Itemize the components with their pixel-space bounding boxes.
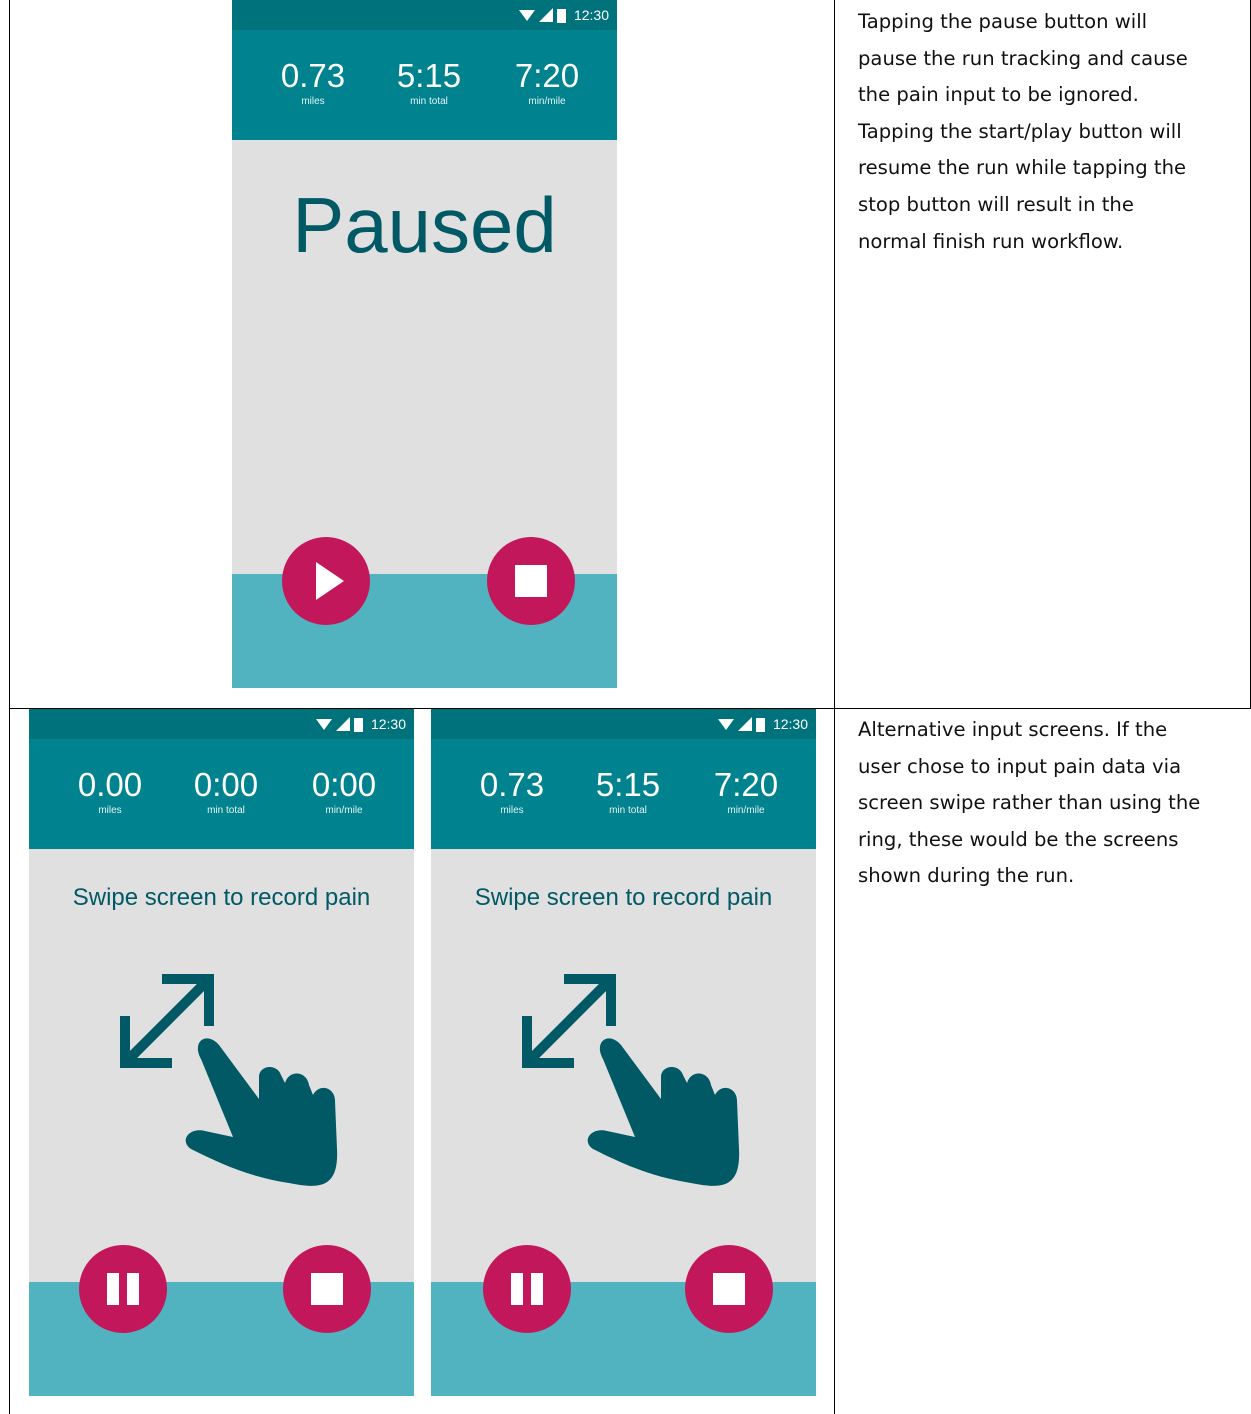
description-line: the pain input to be ignored. xyxy=(858,83,1139,107)
wifi-icon xyxy=(518,10,535,21)
stop-icon xyxy=(713,1273,745,1305)
description-line: screen swipe rather than using the xyxy=(858,791,1201,815)
paused-message: Paused xyxy=(292,181,557,269)
description-line: Tapping the pause button will xyxy=(858,10,1148,33)
pause-button[interactable] xyxy=(79,1245,167,1333)
pause-icon xyxy=(107,1273,139,1305)
stat-distance: 0.73 miles xyxy=(254,56,372,108)
stat-pace: 7:20 min/mile xyxy=(488,56,606,108)
status-time: 12:30 xyxy=(573,7,609,23)
stat-distance-label: miles xyxy=(301,96,325,107)
signal-icon xyxy=(737,717,752,731)
signal-icon xyxy=(335,717,350,731)
description-line: pause the run tracking and cause xyxy=(858,46,1188,70)
stat-distance-value: 0.73 xyxy=(280,57,346,94)
battery-icon xyxy=(556,8,566,23)
stat-time-label: min total xyxy=(609,805,647,816)
status-time: 12:30 xyxy=(370,716,406,732)
stat-time-value: 5:15 xyxy=(396,57,462,94)
swipe-instruction: Swipe screen to record pain xyxy=(72,884,371,911)
stop-icon xyxy=(311,1273,343,1305)
description-line: stop button will result in the xyxy=(858,192,1134,216)
description-line: Alternative input screens. If the xyxy=(858,718,1168,741)
stat-time-label: min total xyxy=(410,96,448,107)
stat-distance-value: 0.73 xyxy=(479,766,545,803)
table-border-middle xyxy=(834,0,835,1414)
swipe-gesture-icon[interactable] xyxy=(511,949,751,1189)
stat-time: 0:00 min total xyxy=(167,765,285,817)
table-border-left xyxy=(9,0,10,1414)
pause-icon xyxy=(511,1273,543,1305)
battery-icon xyxy=(755,717,765,732)
document-table: 12:30 0.73 miles 5:15 min total 7:20 min… xyxy=(0,0,1251,1414)
signal-icon xyxy=(538,8,553,22)
stat-pace-value: 7:20 xyxy=(514,57,580,94)
stat-pace: 0:00 min/mile xyxy=(285,765,403,817)
stat-distance-value: 0.00 xyxy=(77,766,143,803)
phone-screen-swipe-start: 12:30 0.00 miles 0:00 min total 0:00 min… xyxy=(29,709,414,1396)
phone-screen-paused: 12:30 0.73 miles 5:15 min total 7:20 min… xyxy=(232,0,617,688)
stat-pace-label: min/mile xyxy=(325,805,363,816)
stat-distance: 0.73 miles xyxy=(453,765,571,817)
stat-pace-value: 7:20 xyxy=(713,766,779,803)
stat-time-value: 0:00 xyxy=(193,766,259,803)
pause-button[interactable] xyxy=(483,1245,571,1333)
description-line: Tapping the start/play button will xyxy=(858,119,1182,143)
stat-pace-value: 0:00 xyxy=(311,766,377,803)
status-bar: 12:30 xyxy=(29,709,414,739)
battery-icon xyxy=(353,717,363,732)
stop-button[interactable] xyxy=(685,1245,773,1333)
stat-time: 5:15 min total xyxy=(569,765,687,817)
stat-pace-label: min/mile xyxy=(727,805,765,816)
description-line: ring, these would be the screens xyxy=(858,827,1179,851)
run-stats-bar: 0.73 miles 5:15 min total 7:20 min/mile xyxy=(232,30,617,140)
stat-pace-label: min/mile xyxy=(528,96,566,107)
stat-distance: 0.00 miles xyxy=(51,765,169,817)
stat-distance-label: miles xyxy=(98,805,122,816)
status-bar: 12:30 xyxy=(431,709,816,739)
description-line: shown during the run. xyxy=(858,864,1075,888)
run-stats-bar: 0.73 miles 5:15 min total 7:20 min/mile xyxy=(431,739,816,849)
description-line: normal finish run workflow. xyxy=(858,229,1124,253)
description-line: resume the run while tapping the xyxy=(858,156,1187,180)
stat-time-value: 5:15 xyxy=(595,766,661,803)
description-alternative-input: Alternative input screens. If the user c… xyxy=(858,712,1200,895)
description-line: user chose to input pain data via xyxy=(858,754,1182,778)
swipe-instruction: Swipe screen to record pain xyxy=(474,884,773,911)
wifi-icon xyxy=(315,719,332,730)
stop-icon xyxy=(515,565,547,597)
stat-time: 5:15 min total xyxy=(370,56,488,108)
stop-button[interactable] xyxy=(283,1245,371,1333)
status-bar: 12:30 xyxy=(232,0,617,30)
wifi-icon xyxy=(717,719,734,730)
stop-button[interactable] xyxy=(487,537,575,625)
stat-distance-label: miles xyxy=(500,805,524,816)
play-icon xyxy=(316,562,344,600)
stat-pace: 7:20 min/mile xyxy=(687,765,805,817)
play-button[interactable] xyxy=(282,537,370,625)
stat-time-label: min total xyxy=(207,805,245,816)
phone-screen-swipe-running: 12:30 0.73 miles 5:15 min total 7:20 min… xyxy=(431,709,816,1396)
status-time: 12:30 xyxy=(772,716,808,732)
description-paused: Tapping the pause button will pause the … xyxy=(858,4,1188,260)
swipe-gesture-icon[interactable] xyxy=(109,949,349,1189)
run-stats-bar: 0.00 miles 0:00 min total 0:00 min/mile xyxy=(29,739,414,849)
